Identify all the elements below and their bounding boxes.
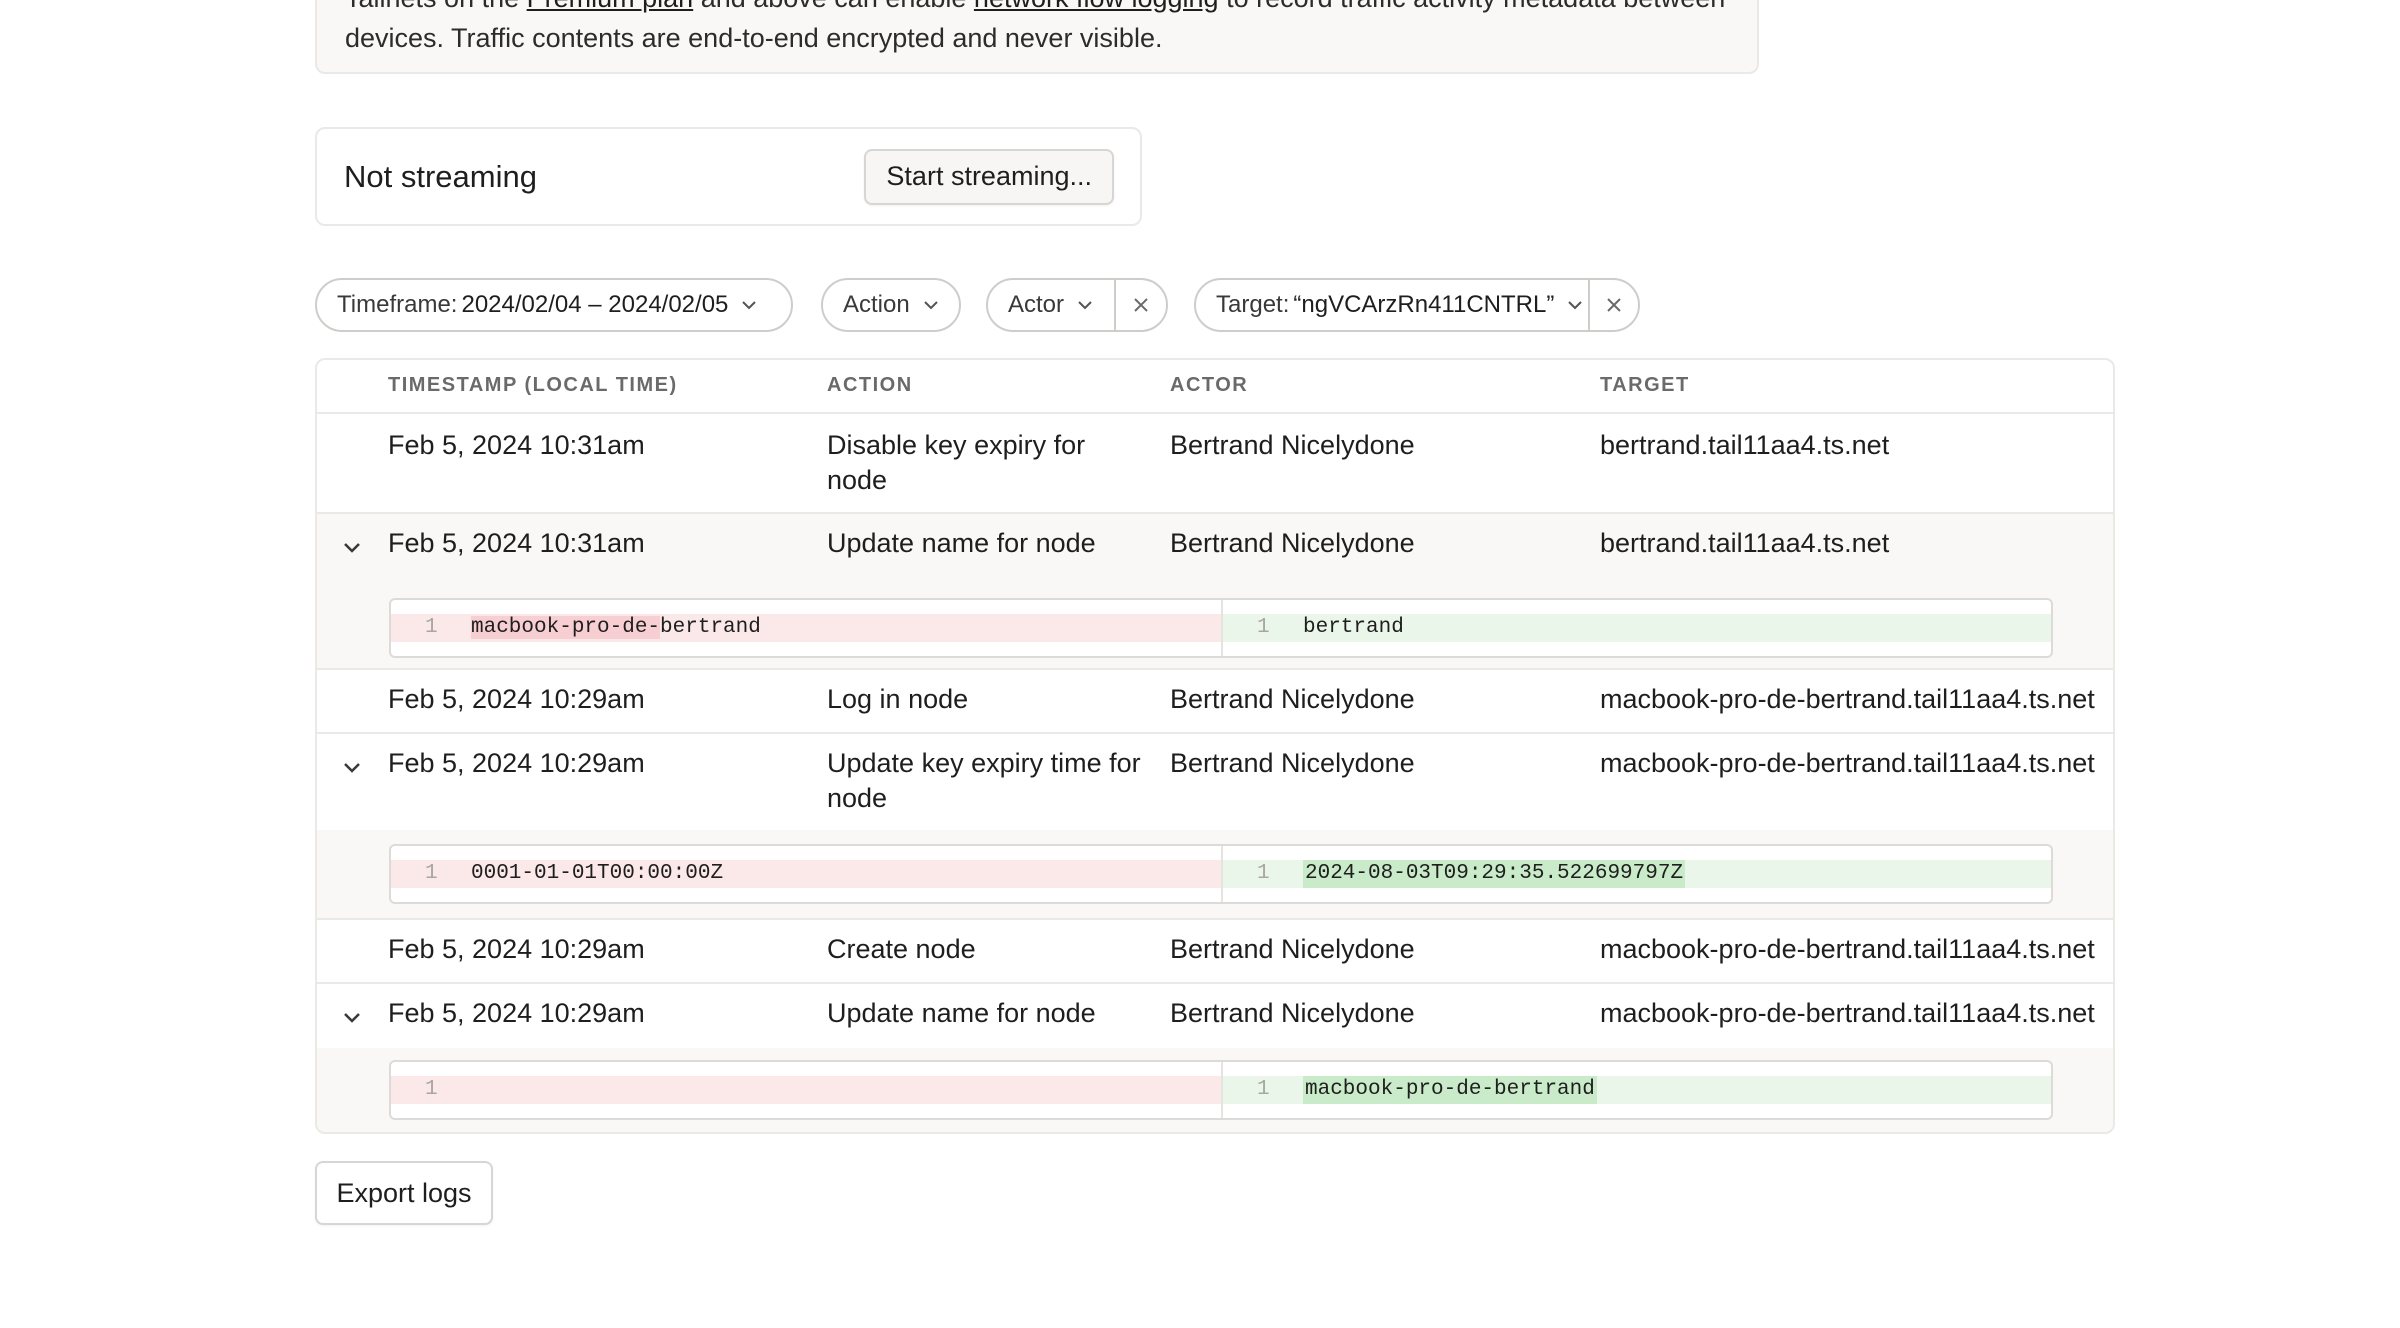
row-actor: Bertrand Nicelydone <box>1170 528 1415 558</box>
diff-old-text: macbook-pro-de-bertrand <box>471 614 761 642</box>
diff-kept-segment: bertrand <box>660 616 761 639</box>
flow-logging-banner: Tailnets on the Premium plan and above c… <box>315 0 1759 74</box>
line-number: 1 <box>425 616 438 639</box>
row-target: bertrand.tail11aa4.ts.net <box>1600 430 1890 460</box>
table-row[interactable]: Feb 5, 2024 10:29am Log in node Bertrand… <box>317 670 2113 732</box>
line-number: 1 <box>1257 1078 1270 1101</box>
target-filter-dropdown[interactable]: Target: “ngVCArzRn411CNTRL” <box>1196 280 1588 330</box>
streaming-status: Not streaming <box>344 158 537 194</box>
line-number: 1 <box>1257 616 1270 639</box>
row-actor: Bertrand Nicelydone <box>1170 684 1415 714</box>
diff-old-text: 0001-01-01T00:00:00Z <box>471 862 724 885</box>
row-action-line: node <box>827 465 888 495</box>
row-action: Update name for node <box>827 528 1096 558</box>
chevron-down-icon <box>1566 296 1584 314</box>
premium-plan-link[interactable]: Premium plan <box>527 0 694 13</box>
diff-old-side: 1 macbook-pro-de-bertrand <box>391 614 1221 642</box>
header-target: TARGET <box>1600 374 1690 396</box>
table-row-expanded[interactable]: Feb 5, 2024 10:29am Update name for node… <box>317 984 2113 1048</box>
diff-viewer: 1 macbook-pro-de-bertrand 1 bertrand <box>389 598 2053 658</box>
streaming-card: Not streaming Start streaming... <box>315 127 1142 226</box>
row-timestamp: Feb 5, 2024 10:29am <box>388 748 645 778</box>
target-filter-label: Target: <box>1216 291 1290 318</box>
diff-old-side: 1 0001-01-01T00:00:00Z <box>391 860 1221 888</box>
export-logs-button[interactable]: Export logs <box>315 1161 493 1225</box>
diff-new-text: macbook-pro-de-bertrand <box>1303 1076 1597 1104</box>
diff-old-side: 1 <box>391 1076 1221 1104</box>
row-action-line: Update key expiry time for <box>827 748 1141 778</box>
row-timestamp: Feb 5, 2024 10:29am <box>388 684 645 714</box>
row-action: Disable key expiry for node <box>827 428 1085 498</box>
audit-log-table: TIMESTAMP (LOCAL TIME) ACTION ACTOR TARG… <box>315 358 2115 1134</box>
chevron-down-icon[interactable] <box>339 534 365 560</box>
line-number: 1 <box>425 1078 438 1101</box>
row-timestamp: Feb 5, 2024 10:31am <box>388 528 645 558</box>
target-filter: Target: “ngVCArzRn411CNTRL” <box>1194 278 1640 332</box>
line-number: 1 <box>425 862 438 885</box>
row-target: bertrand.tail11aa4.ts.net <box>1600 528 1890 558</box>
row-target: macbook-pro-de-bertrand.tail11aa4.ts.net <box>1600 934 2095 964</box>
diff-new-side: 1 macbook-pro-de-bertrand <box>1223 1076 2051 1104</box>
close-icon <box>1132 296 1150 314</box>
clear-actor-filter-button[interactable] <box>1114 280 1166 330</box>
banner-line-2: devices. Traffic contents are end-to-end… <box>345 23 1163 53</box>
target-filter-value: “ngVCArzRn411CNTRL” <box>1293 291 1555 318</box>
row-timestamp: Feb 5, 2024 10:29am <box>388 934 645 964</box>
start-streaming-button[interactable]: Start streaming... <box>864 148 1114 205</box>
table-row[interactable]: Feb 5, 2024 10:31am Disable key expiry f… <box>317 414 2113 512</box>
row-action: Log in node <box>827 684 969 714</box>
action-filter-label: Action <box>843 291 910 318</box>
action-filter[interactable]: Action <box>821 278 961 332</box>
row-action-line: node <box>827 783 888 813</box>
header-action: ACTION <box>827 374 913 396</box>
row-timestamp: Feb 5, 2024 10:29am <box>388 998 645 1028</box>
diff-viewer: 1 0001-01-01T00:00:00Z 1 2024-08-03T09:2… <box>389 844 2053 904</box>
row-action: Update key expiry time for node <box>827 746 1141 816</box>
chevron-down-icon <box>740 296 758 314</box>
row-actor: Bertrand Nicelydone <box>1170 430 1415 460</box>
close-icon <box>1605 296 1623 314</box>
table-header: TIMESTAMP (LOCAL TIME) ACTION ACTOR TARG… <box>317 360 2113 414</box>
row-actor: Bertrand Nicelydone <box>1170 998 1415 1028</box>
row-target: macbook-pro-de-bertrand.tail11aa4.ts.net <box>1600 684 2095 714</box>
table-row-expanded[interactable]: Feb 5, 2024 10:31am Update name for node… <box>317 514 2113 668</box>
chevron-down-icon[interactable] <box>339 754 365 780</box>
banner-text: and above can enable <box>693 0 974 13</box>
banner-text: Tailnets on the <box>345 0 527 13</box>
actor-filter-label: Actor <box>1008 291 1065 318</box>
timeframe-label: Timeframe: <box>337 291 458 318</box>
line-number: 1 <box>1257 862 1270 885</box>
chevron-down-icon <box>922 296 940 314</box>
header-timestamp: TIMESTAMP (LOCAL TIME) <box>388 374 678 396</box>
actor-filter-dropdown[interactable]: Actor <box>988 280 1114 330</box>
diff-new-side: 1 2024-08-03T09:29:35.522699797Z <box>1223 860 2051 888</box>
timeframe-filter[interactable]: Timeframe: 2024/02/04 – 2024/02/05 <box>315 278 793 332</box>
banner-text: to record traffic activity metadata betw… <box>1219 0 1725 13</box>
row-action-line: Disable key expiry for <box>827 430 1086 460</box>
chevron-down-icon[interactable] <box>339 1004 365 1030</box>
row-timestamp: Feb 5, 2024 10:31am <box>388 430 645 460</box>
row-target: macbook-pro-de-bertrand.tail11aa4.ts.net <box>1600 748 2095 778</box>
actor-filter: Actor <box>986 278 1168 332</box>
diff-new-text: bertrand <box>1303 616 1404 639</box>
timeframe-value: 2024/02/04 – 2024/02/05 <box>461 291 729 318</box>
table-row[interactable]: Feb 5, 2024 10:29am Create node Bertrand… <box>317 920 2113 982</box>
table-row-expanded[interactable]: Feb 5, 2024 10:29am Update key expiry ti… <box>317 734 2113 830</box>
diff-new-side: 1 bertrand <box>1223 614 2051 642</box>
clear-target-filter-button[interactable] <box>1588 280 1638 330</box>
diff-deleted-segment: macbook-pro-de- <box>471 616 661 639</box>
diff-container: 1 0001-01-01T00:00:00Z 1 2024-08-03T09:2… <box>317 830 2113 918</box>
header-actor: ACTOR <box>1170 374 1249 396</box>
diff-new-text: 2024-08-03T09:29:35.522699797Z <box>1303 860 1686 888</box>
network-flow-logging-link[interactable]: network flow logging <box>974 0 1219 13</box>
row-action: Create node <box>827 934 976 964</box>
row-actor: Bertrand Nicelydone <box>1170 934 1415 964</box>
chevron-down-icon <box>1076 296 1094 314</box>
row-target: macbook-pro-de-bertrand.tail11aa4.ts.net <box>1600 998 2095 1028</box>
diff-viewer: 1 1 macbook-pro-de-bertrand <box>389 1060 2053 1120</box>
banner-line-1: Tailnets on the Premium plan and above c… <box>345 0 1729 18</box>
row-actor: Bertrand Nicelydone <box>1170 748 1415 778</box>
diff-container: 1 1 macbook-pro-de-bertrand <box>317 1048 2113 1132</box>
row-action: Update name for node <box>827 998 1096 1028</box>
